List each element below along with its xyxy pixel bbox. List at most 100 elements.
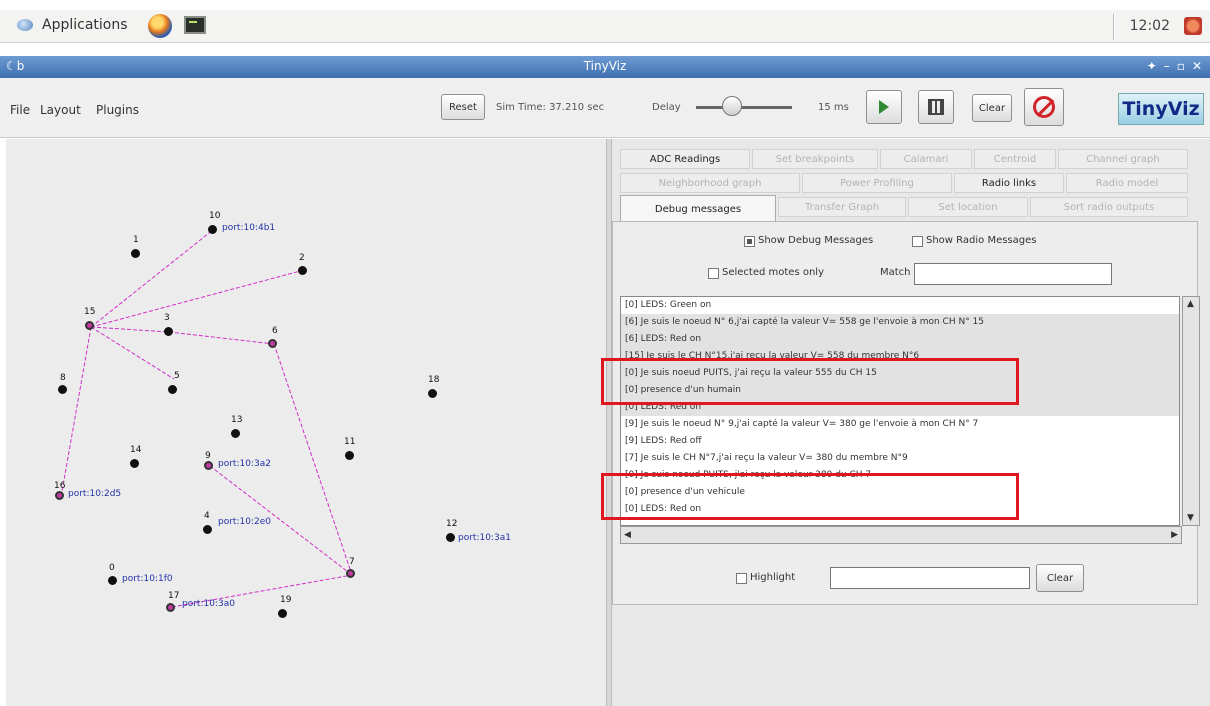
minimize-icon[interactable]: – xyxy=(1164,59,1170,73)
mote-0[interactable] xyxy=(108,576,117,585)
scroll-up-icon[interactable]: ▲ xyxy=(1187,299,1194,309)
highlight-label: Highlight xyxy=(750,572,796,583)
mote-id: 2 xyxy=(299,253,305,263)
highlight-input[interactable] xyxy=(830,567,1030,589)
tab-transfer-graph[interactable]: Transfer Graph xyxy=(778,197,906,217)
mote-id: 15 xyxy=(84,307,96,317)
highlight-box-humain xyxy=(601,358,1019,405)
mote-id: 5 xyxy=(174,371,180,381)
scroll-left-icon[interactable]: ◀ xyxy=(624,530,631,540)
reset-button[interactable]: Reset xyxy=(441,94,485,120)
mote-9[interactable] xyxy=(204,461,213,470)
tab-sort-radio-outputs[interactable]: Sort radio outputs xyxy=(1030,197,1188,217)
clear-button[interactable]: Clear xyxy=(972,94,1012,122)
mote-id: 17 xyxy=(168,591,180,601)
mote-10[interactable] xyxy=(208,225,217,234)
window-titlebar[interactable]: ☾b TinyViz ✦ – ▫ ✕ xyxy=(0,56,1210,78)
log-horizontal-scrollbar[interactable]: ◀ ▶ xyxy=(620,526,1182,544)
mote-18[interactable] xyxy=(428,389,437,398)
tab-centroid[interactable]: Centroid xyxy=(974,149,1056,169)
mote-11[interactable] xyxy=(345,451,354,460)
tab-adc-readings[interactable]: ADC Readings xyxy=(620,149,750,169)
delay-label: Delay xyxy=(652,102,681,113)
network-canvas[interactable]: 10 port:10:4b1 1 2 15 3 6 5 8 18 13 11 1… xyxy=(6,139,606,706)
delay-slider-track[interactable] xyxy=(696,106,792,109)
mote-7[interactable] xyxy=(346,569,355,578)
mote-8[interactable] xyxy=(58,385,67,394)
selected-motes-checkbox[interactable] xyxy=(708,268,719,279)
mote-label: port:10:3a0 xyxy=(182,599,235,609)
window-controls: ✦ – ▫ ✕ xyxy=(1147,59,1202,73)
mote-12[interactable] xyxy=(446,533,455,542)
delay-value: 15 ms xyxy=(818,102,849,113)
firefox-icon[interactable] xyxy=(148,14,172,38)
mote-5[interactable] xyxy=(168,385,177,394)
logout-icon[interactable] xyxy=(1184,17,1202,35)
maximize-icon[interactable]: ▫ xyxy=(1177,59,1185,73)
log-line: [6] Je suis le noeud N° 6,j'ai capté la … xyxy=(621,314,1179,331)
match-input[interactable] xyxy=(914,263,1112,285)
menu-plugins[interactable]: Plugins xyxy=(96,103,139,117)
applications-icon xyxy=(14,16,36,34)
mote-2[interactable] xyxy=(298,266,307,275)
mote-id: 19 xyxy=(280,595,292,605)
applications-label: Applications xyxy=(42,17,128,33)
tab-power-profiling[interactable]: Power Profiling xyxy=(802,173,952,193)
tab-debug-messages[interactable]: Debug messages xyxy=(620,195,776,222)
play-icon xyxy=(879,100,889,114)
mote-label: port:10:4b1 xyxy=(222,223,276,233)
show-radio-checkbox[interactable] xyxy=(912,236,923,247)
applications-menu[interactable]: Applications xyxy=(14,16,128,34)
mote-3[interactable] xyxy=(164,327,173,336)
window-title: TinyViz xyxy=(583,59,627,73)
tab-radio-links[interactable]: Radio links xyxy=(954,173,1064,193)
menu-file[interactable]: File xyxy=(10,103,30,117)
tab-channel-graph[interactable]: Channel graph xyxy=(1058,149,1188,169)
tab-neighborhood-graph[interactable]: Neighborhood graph xyxy=(620,173,800,193)
log-line: [6] LEDS: Red on xyxy=(621,331,1179,348)
highlight-box-vehicule xyxy=(601,473,1019,520)
highlight-clear-button[interactable]: Clear xyxy=(1036,564,1084,592)
sticky-icon[interactable]: ✦ xyxy=(1147,59,1157,73)
mote-id: 18 xyxy=(428,375,440,385)
log-vertical-scrollbar[interactable]: ▲ ▼ xyxy=(1182,296,1200,526)
mote-17[interactable] xyxy=(166,603,175,612)
show-debug-checkbox[interactable] xyxy=(744,236,755,247)
mote-15[interactable] xyxy=(85,321,94,330)
tinyviz-logo: TinyViz xyxy=(1118,93,1204,125)
play-button[interactable] xyxy=(866,90,902,124)
stop-icon xyxy=(1033,96,1055,118)
grid-button[interactable] xyxy=(918,90,954,124)
highlight-checkbox[interactable] xyxy=(736,573,747,584)
mote-id: 16 xyxy=(54,481,66,491)
scroll-right-icon[interactable]: ▶ xyxy=(1171,530,1178,540)
terminal-icon[interactable] xyxy=(184,16,206,34)
stop-button[interactable] xyxy=(1024,88,1064,126)
mote-id: 12 xyxy=(446,519,458,529)
tab-calamari[interactable]: Calamari xyxy=(880,149,972,169)
mote-id: 4 xyxy=(204,511,210,521)
clock[interactable]: 12:02 xyxy=(1130,18,1170,34)
toolbar: File Layout Plugins Reset Sim Time: 37.2… xyxy=(0,78,1210,138)
mote-1[interactable] xyxy=(131,249,140,258)
tab-radio-model[interactable]: Radio model xyxy=(1066,173,1188,193)
log-line: [0] LEDS: Green on xyxy=(625,300,712,310)
mote-id: 8 xyxy=(60,373,66,383)
mote-14[interactable] xyxy=(130,459,139,468)
delay-slider-knob[interactable] xyxy=(722,96,742,116)
tab-set-location[interactable]: Set location xyxy=(908,197,1028,217)
mote-6[interactable] xyxy=(268,339,277,348)
close-icon[interactable]: ✕ xyxy=(1192,59,1202,73)
log-line: [9] Je suis le noeud N° 9,j'ai capté la … xyxy=(625,419,979,429)
mote-16[interactable] xyxy=(55,491,64,500)
menu-layout[interactable]: Layout xyxy=(40,103,81,117)
mote-19[interactable] xyxy=(278,609,287,618)
mote-label: port:10:2d5 xyxy=(68,489,122,499)
tab-set-breakpoints[interactable]: Set breakpoints xyxy=(752,149,878,169)
mote-4[interactable] xyxy=(203,525,212,534)
mote-13[interactable] xyxy=(231,429,240,438)
selected-motes-label: Selected motes only xyxy=(722,267,825,278)
mote-label: port:10:3a2 xyxy=(218,459,271,469)
mote-id: 7 xyxy=(349,557,355,567)
scroll-down-icon[interactable]: ▼ xyxy=(1187,513,1194,523)
